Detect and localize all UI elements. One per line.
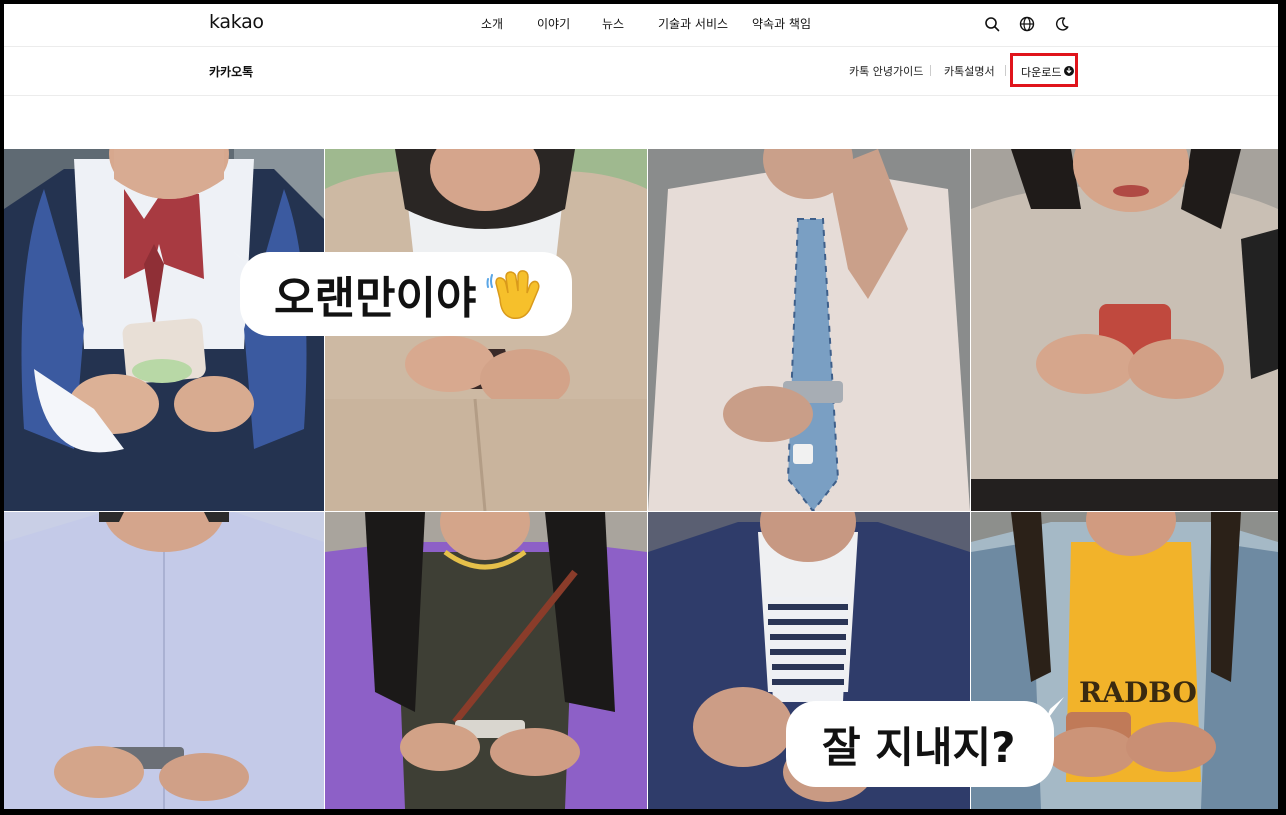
- subnav-link-manual[interactable]: 카톡설명서: [944, 63, 995, 79]
- moon-icon[interactable]: [1052, 14, 1072, 34]
- subnav-links: 카톡 안녕가이드 카톡설명서: [4, 63, 1278, 79]
- globe-icon[interactable]: [1017, 14, 1037, 34]
- nav-tools: [4, 14, 1278, 34]
- global-nav: kakao 소개 이야기 뉴스 기술과 서비스 약속과 책임: [4, 4, 1278, 47]
- divider: [1005, 65, 1006, 76]
- divider: [930, 65, 931, 76]
- service-subnav: 카카오톡 카톡 안녕가이드 카톡설명서 다운로드: [4, 47, 1278, 96]
- hero-photo-grid: RADBO 오랜만이야 잘 지내지?: [4, 149, 1278, 809]
- search-icon[interactable]: [982, 14, 1002, 34]
- subnav-link-guide[interactable]: 카톡 안녕가이드: [849, 63, 923, 79]
- page-frame: kakao 소개 이야기 뉴스 기술과 서비스 약속과 책임 카카오톡 카톡 안…: [4, 4, 1278, 809]
- download-button[interactable]: 다운로드: [1010, 53, 1078, 87]
- bubble-tails: [230, 249, 1064, 724]
- download-icon: [1064, 66, 1074, 76]
- download-label: 다운로드: [1021, 66, 1062, 79]
